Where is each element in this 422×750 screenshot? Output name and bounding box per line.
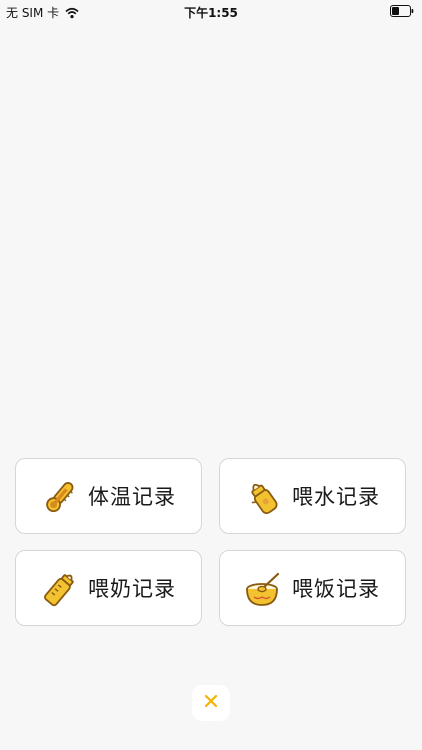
- thermometer-icon: [40, 477, 80, 517]
- milk-record-button[interactable]: 喂奶记录: [15, 550, 202, 626]
- milk-bottle-icon: [40, 569, 80, 609]
- status-bar: 无 SIM 卡 下午1:55: [0, 0, 422, 22]
- battery-icon: [390, 5, 414, 17]
- food-record-button[interactable]: 喂饭记录: [219, 550, 406, 626]
- card-label: 体温记录: [88, 485, 176, 509]
- card-label: 喂水记录: [292, 485, 380, 509]
- card-label: 喂饭记录: [292, 577, 380, 601]
- water-record-button[interactable]: 喂水记录: [219, 458, 406, 534]
- food-bowl-icon: [244, 569, 284, 609]
- close-icon: [203, 693, 219, 713]
- card-label: 喂奶记录: [88, 577, 176, 601]
- status-time: 下午1:55: [184, 6, 238, 20]
- water-bottle-icon: [244, 477, 284, 517]
- temperature-record-button[interactable]: 体温记录: [15, 458, 202, 534]
- close-button[interactable]: [192, 685, 230, 721]
